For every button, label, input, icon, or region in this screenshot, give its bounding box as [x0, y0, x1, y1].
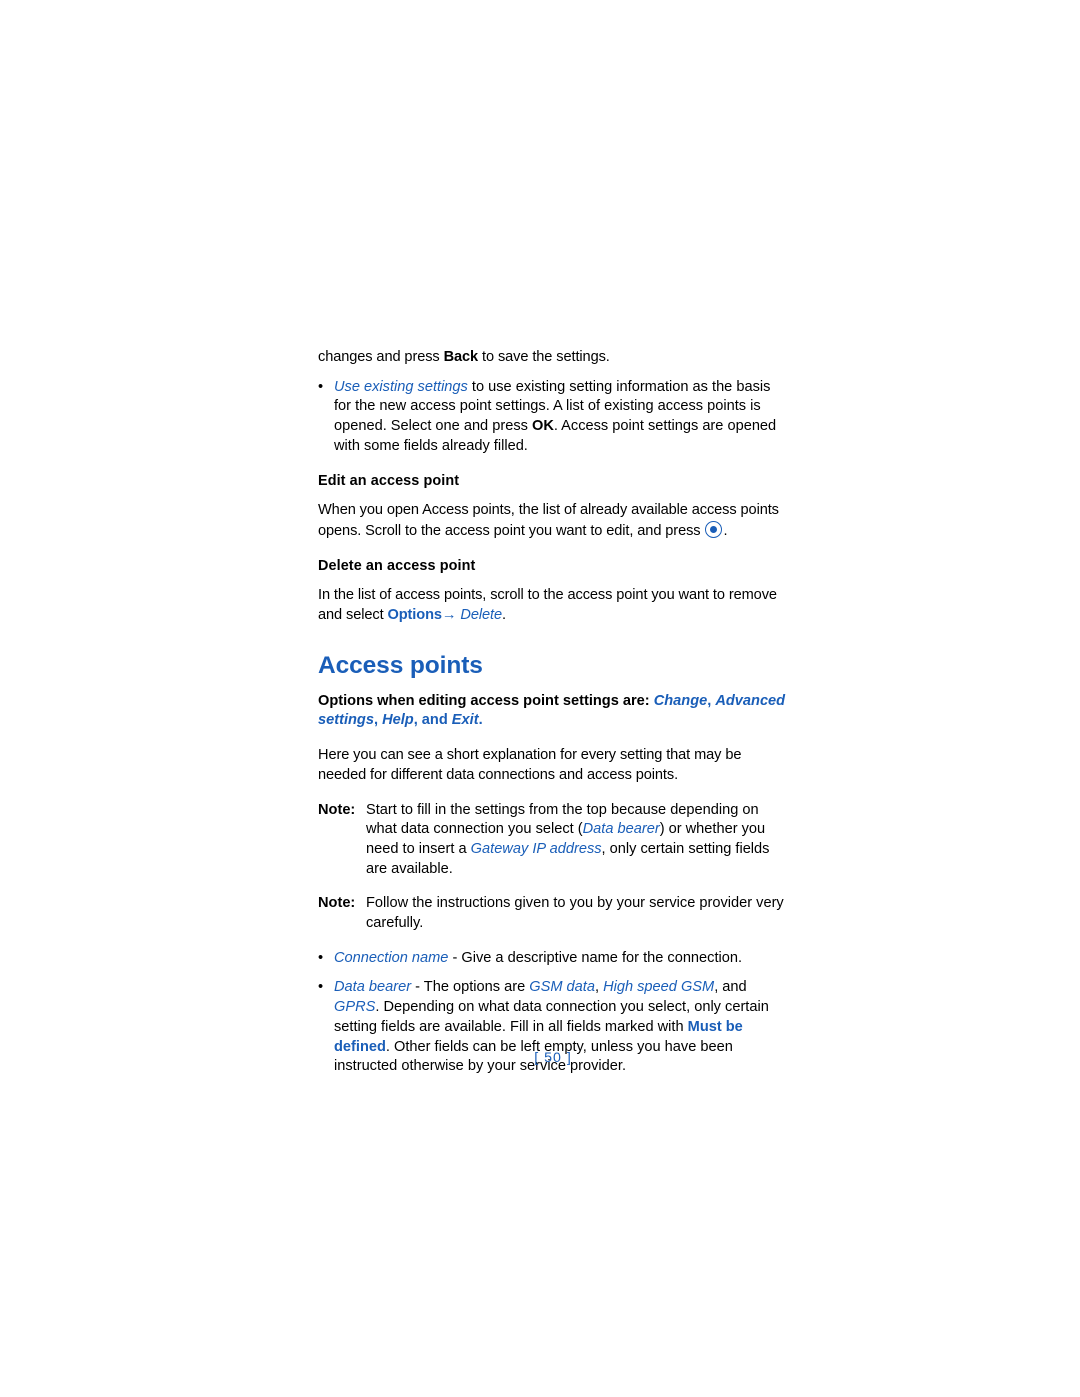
subheading-edit-access-point: Edit an access point: [318, 472, 460, 489]
data-bearer-text-1: - The options are: [411, 979, 530, 996]
term-delete: Delete: [460, 607, 502, 624]
note-label: Note:: [318, 895, 356, 912]
options-suffix: .: [478, 712, 483, 729]
bullet-text: Use existing settings to use existing se…: [334, 378, 788, 457]
options-prefix: Options when editing access point settin…: [318, 692, 654, 709]
bullet-use-existing-settings: • Use existing settings to use existing …: [318, 378, 788, 457]
delete-text-2: .: [501, 607, 506, 624]
note-body: Follow the instructions given to you by …: [366, 895, 784, 932]
intro-post-text: to save the settings.: [478, 349, 610, 365]
term-data-bearer: Data bearer: [582, 821, 660, 838]
options-sep-2: ,: [373, 712, 383, 729]
bullet-connection-name: • Connection name - Give a descriptive n…: [318, 949, 788, 969]
option-help: Help: [382, 712, 414, 729]
note-label: Note:: [318, 801, 356, 818]
option-high-speed-gsm: High speed GSM: [603, 979, 715, 996]
term-use-existing-settings: Use existing settings: [334, 378, 468, 395]
paragraph-explanation: Here you can see a short explanation for…: [318, 747, 742, 783]
term-connection-name: Connection name: [334, 949, 449, 966]
intro-pre-text: changes and press: [318, 349, 444, 365]
page-number: [ 50 ]: [534, 1050, 572, 1066]
note-body: Start to fill in the settings from the t…: [366, 801, 788, 880]
option-gprs: GPRS: [334, 999, 376, 1016]
connection-name-text: - Give a descriptive name for the connec…: [448, 949, 743, 966]
edit-text-2: .: [723, 522, 728, 539]
note-start-to-fill: Note: Start to fill in the settings from…: [318, 801, 788, 880]
key-ok: OK: [531, 418, 554, 435]
term-data-bearer: Data bearer: [334, 979, 412, 996]
bullet-dot: •: [318, 979, 324, 996]
option-exit: Exit: [451, 712, 479, 729]
bullet-text: Connection name - Give a descriptive nam…: [334, 949, 788, 969]
term-gateway-ip-address: Gateway IP address: [470, 840, 602, 857]
note-follow-instructions: Note: Follow the instructions given to y…: [318, 894, 788, 933]
arrow-glyph-icon: →: [441, 607, 461, 624]
option-change: Change: [653, 692, 708, 709]
option-gsm-data: GSM data: [529, 979, 595, 996]
options-available-line: Options when editing access point settin…: [318, 692, 788, 731]
paragraph-delete-access-point: In the list of access points, scroll to …: [318, 586, 788, 625]
options-sep-3: , and: [413, 712, 452, 729]
document-page: changes and press Back to save the setti…: [0, 0, 1080, 1397]
subheading-delete-access-point: Delete an access point: [318, 557, 476, 574]
key-back: Back: [443, 349, 479, 365]
data-bearer-sep-2: , and: [714, 979, 747, 996]
page-content: changes and press Back to save the setti…: [318, 348, 788, 1077]
key-options: Options: [387, 607, 442, 624]
bullet-dot: •: [318, 378, 324, 395]
paragraph-intro-tail: changes and press Back to save the setti…: [318, 348, 788, 368]
page-title: Access points: [318, 651, 483, 679]
paragraph-edit-access-point: When you open Access points, the list of…: [318, 501, 788, 541]
bullet-dot: •: [318, 949, 324, 966]
scroll-key-icon: [705, 520, 723, 538]
data-bearer-sep-1: ,: [594, 979, 604, 996]
